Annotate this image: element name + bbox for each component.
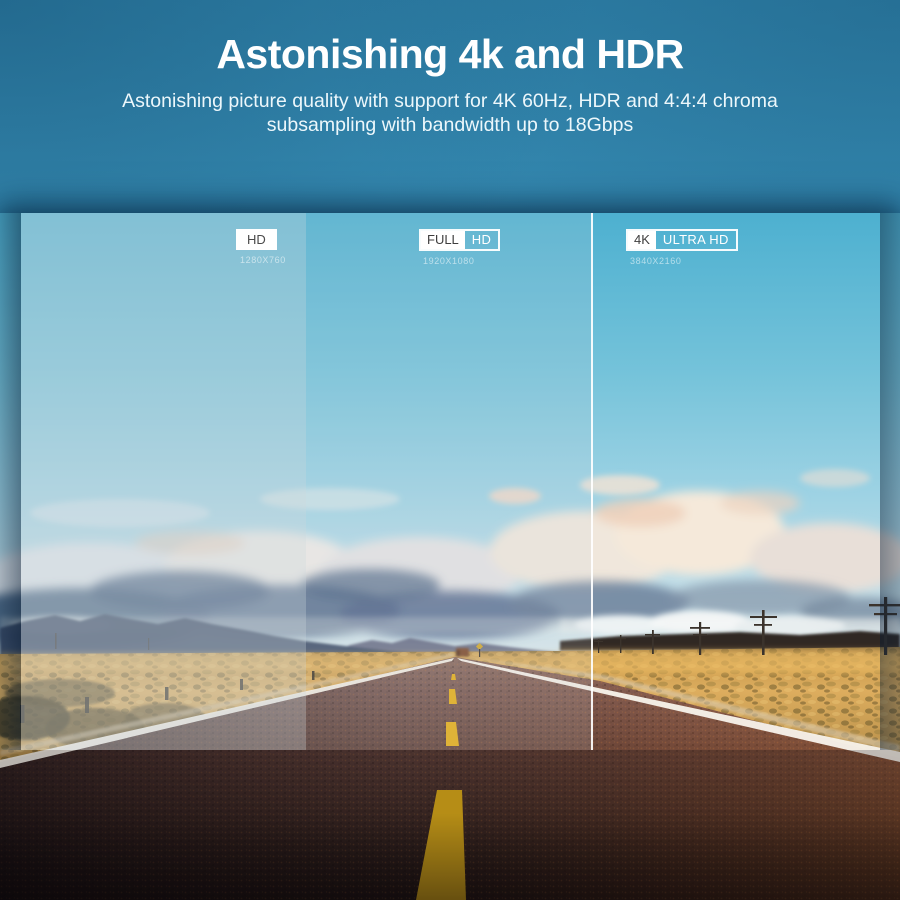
subtitle: Astonishing picture quality with support… (110, 89, 790, 137)
uhd-badge-primary: 4K (628, 231, 656, 249)
uhd-badge: 4K ULTRA HD (626, 229, 738, 251)
uhd-resolution-label: 3840X2160 (630, 256, 682, 266)
fullhd-badge-primary: FULL (421, 231, 465, 249)
hd-badge: HD (236, 229, 277, 250)
page-title: Astonishing 4k and HDR (216, 31, 684, 77)
fullhd-badge-secondary: HD (471, 232, 492, 247)
desert-highway-scene (0, 213, 900, 900)
fullhd-badge: FULL HD (419, 229, 501, 251)
uhd-badge-secondary: ULTRA HD (662, 232, 729, 247)
resolution-comparison-image: HD 1280X760 FULL HD 1920X1080 4K ULTRA H… (0, 213, 900, 900)
marketing-banner: Astonishing 4k and HDR Astonishing pictu… (0, 0, 900, 900)
subtitle-line-2: subsampling with bandwidth up to 18Gbps (266, 114, 634, 137)
distant-truck (456, 648, 469, 657)
fullhd-label-group: FULL HD 1920X1080 (419, 229, 501, 266)
hd-resolution-label: 1280X760 (240, 255, 286, 265)
hd-label-group: HD 1280X760 (236, 229, 286, 265)
subtitle-line-1: Astonishing picture quality with support… (122, 90, 778, 113)
fullhd-resolution-label: 1920X1080 (423, 256, 475, 266)
uhd-label-group: 4K ULTRA HD 3840X2160 (626, 229, 738, 266)
hero-text-block: Astonishing 4k and HDR Astonishing pictu… (0, 0, 900, 137)
